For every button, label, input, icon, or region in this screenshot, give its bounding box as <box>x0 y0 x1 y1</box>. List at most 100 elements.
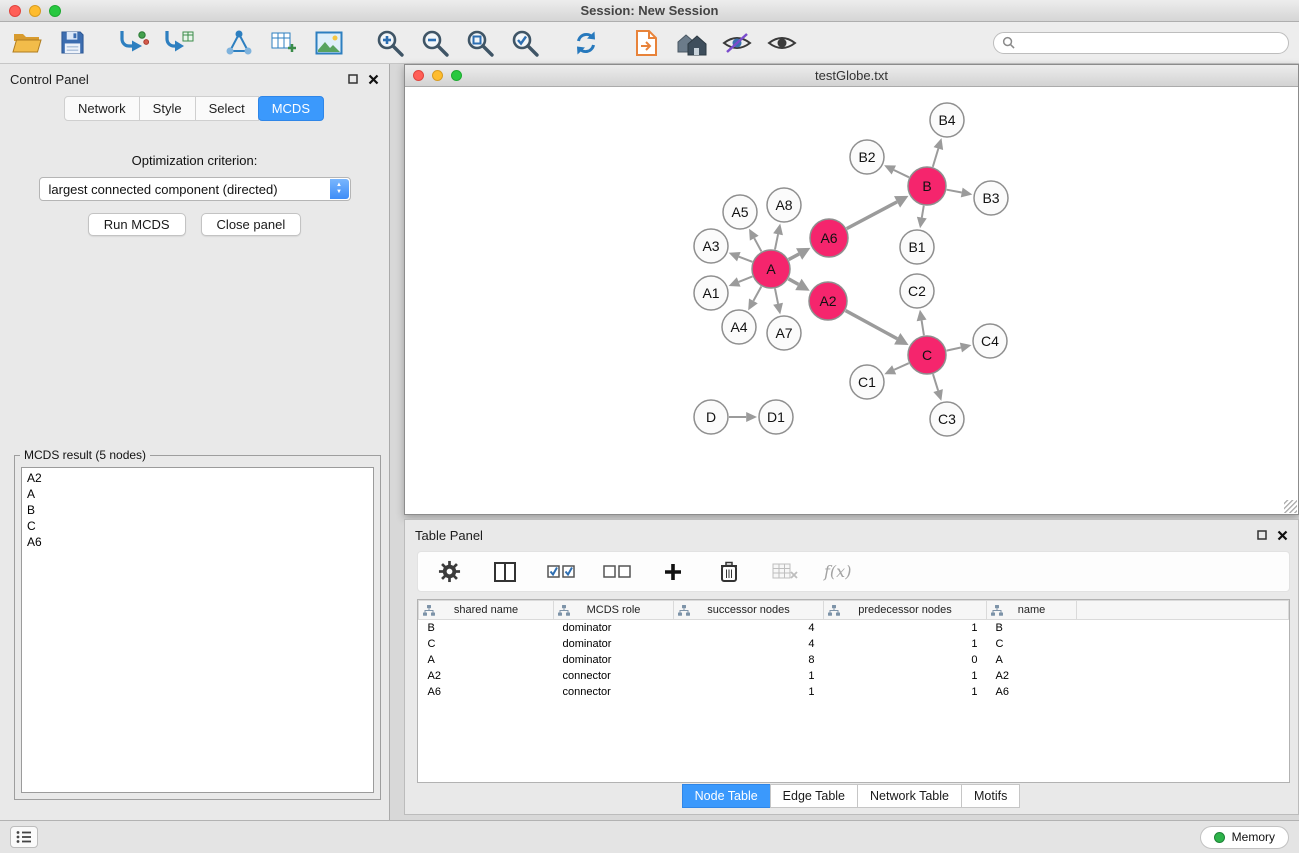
table-settings-button[interactable] <box>432 555 466 589</box>
network-graph[interactable]: B4B2BB3A5A8A6B1A3AC2A1A2A4A7C4CC1C3DD1 <box>405 87 1298 514</box>
graph-edge-A-A8[interactable] <box>775 234 778 249</box>
table-row[interactable]: Adominator80A <box>419 652 1289 668</box>
table-cell[interactable]: 1 <box>674 668 824 684</box>
resize-grip[interactable] <box>1284 500 1297 513</box>
tab-edge-table[interactable]: Edge Table <box>770 784 858 808</box>
table-cell[interactable]: A6 <box>987 684 1077 700</box>
column-header-shared-name[interactable]: shared name <box>419 601 554 620</box>
table-row[interactable]: A6connector11A6 <box>419 684 1289 700</box>
add-row-button[interactable] <box>656 555 690 589</box>
deselect-all-button[interactable] <box>600 555 634 589</box>
tab-network-table[interactable]: Network Table <box>857 784 962 808</box>
new-table-button[interactable] <box>267 26 301 60</box>
table-cell[interactable]: C <box>987 636 1077 652</box>
table-cell[interactable]: C <box>419 636 554 652</box>
network-overview-button[interactable] <box>675 26 709 60</box>
mcds-result-list[interactable]: A2ABCA6 <box>21 467 374 793</box>
column-header-mcds-role[interactable]: MCDS role <box>554 601 674 620</box>
close-window-button[interactable] <box>9 5 21 17</box>
graph-edge-B-B2[interactable] <box>894 170 909 177</box>
open-file-button[interactable] <box>10 26 44 60</box>
graph-edge-A6-B[interactable] <box>847 202 897 229</box>
delete-table-button[interactable] <box>768 555 802 589</box>
close-panel-icon[interactable] <box>368 74 379 85</box>
table-cell[interactable]: 1 <box>824 636 987 652</box>
tab-select[interactable]: Select <box>195 96 259 121</box>
table-cell[interactable]: 1 <box>824 620 987 636</box>
split-view-button[interactable] <box>488 555 522 589</box>
apply-layout-button[interactable] <box>569 26 603 60</box>
zoom-selected-button[interactable] <box>508 26 542 60</box>
table-row[interactable]: A2connector11A2 <box>419 668 1289 684</box>
memory-button[interactable]: Memory <box>1200 826 1289 849</box>
tab-style[interactable]: Style <box>139 96 196 121</box>
result-item[interactable]: B <box>27 502 373 518</box>
result-item[interactable]: A6 <box>27 534 373 550</box>
table-cell[interactable]: A2 <box>987 668 1077 684</box>
float-table-panel-icon[interactable] <box>1257 530 1267 540</box>
tab-node-table[interactable]: Node Table <box>682 784 771 808</box>
search-input[interactable] <box>1020 36 1280 50</box>
hide-graphics-details-button[interactable] <box>720 26 754 60</box>
export-image-button[interactable] <box>312 26 346 60</box>
table-cell[interactable]: B <box>419 620 554 636</box>
graph-edge-A-A5[interactable] <box>754 238 761 251</box>
new-network-button[interactable] <box>222 26 256 60</box>
zoom-out-button[interactable] <box>418 26 452 60</box>
table-cell[interactable]: 1 <box>824 684 987 700</box>
table-cell[interactable]: connector <box>554 668 674 684</box>
network-minimize-button[interactable] <box>432 70 443 81</box>
export-network-button[interactable] <box>630 26 664 60</box>
graph-edge-A-A2[interactable] <box>788 279 798 285</box>
search-box[interactable] <box>993 32 1289 54</box>
tab-mcds[interactable]: MCDS <box>258 96 324 121</box>
result-item[interactable]: C <box>27 518 373 534</box>
close-table-panel-icon[interactable] <box>1277 530 1288 541</box>
save-session-button[interactable] <box>55 26 89 60</box>
table-cell[interactable]: 8 <box>674 652 824 668</box>
table-cell[interactable]: dominator <box>554 652 674 668</box>
zoom-window-button[interactable] <box>49 5 61 17</box>
table-cell[interactable]: A2 <box>419 668 554 684</box>
run-mcds-button[interactable]: Run MCDS <box>88 213 186 236</box>
table-cell[interactable]: B <box>987 620 1077 636</box>
network-canvas[interactable]: B4B2BB3A5A8A6B1A3AC2A1A2A4A7C4CC1C3DD1 <box>405 87 1298 514</box>
zoom-in-button[interactable] <box>373 26 407 60</box>
graph-edge-A-A7[interactable] <box>775 289 778 304</box>
column-header-successor-nodes[interactable]: successor nodes <box>674 601 824 620</box>
table-cell[interactable]: dominator <box>554 620 674 636</box>
show-graphics-details-button[interactable] <box>765 26 799 60</box>
table-row[interactable]: Bdominator41B <box>419 620 1289 636</box>
column-header-name[interactable]: name <box>987 601 1077 620</box>
table-cell[interactable]: dominator <box>554 636 674 652</box>
select-all-button[interactable] <box>544 555 578 589</box>
graph-edge-A-A4[interactable] <box>753 287 761 301</box>
graph-edge-B-B4[interactable] <box>933 149 939 167</box>
function-builder-button[interactable]: f(x) <box>824 562 851 581</box>
table-row[interactable]: Cdominator41C <box>419 636 1289 652</box>
table-cell[interactable]: A6 <box>419 684 554 700</box>
minimize-window-button[interactable] <box>29 5 41 17</box>
zoom-fit-button[interactable] <box>463 26 497 60</box>
network-zoom-button[interactable] <box>451 70 462 81</box>
import-table-button[interactable] <box>161 26 195 60</box>
column-header-predecessor-nodes[interactable]: predecessor nodes <box>824 601 987 620</box>
graph-edge-A-A1[interactable] <box>739 276 753 282</box>
import-network-button[interactable] <box>116 26 150 60</box>
tab-motifs[interactable]: Motifs <box>961 784 1020 808</box>
graph-edge-C-C4[interactable] <box>947 347 961 350</box>
network-close-button[interactable] <box>413 70 424 81</box>
graph-edge-A-A6[interactable] <box>789 254 799 260</box>
graph-edge-B-B1[interactable] <box>922 206 924 218</box>
table-cell[interactable]: 4 <box>674 620 824 636</box>
table-cell[interactable]: A <box>419 652 554 668</box>
table-cell[interactable]: 1 <box>674 684 824 700</box>
table-cell[interactable]: 1 <box>824 668 987 684</box>
graph-edge-A-A3[interactable] <box>739 257 752 262</box>
table-cell[interactable]: connector <box>554 684 674 700</box>
close-panel-button[interactable]: Close panel <box>201 213 302 236</box>
criterion-dropdown[interactable]: largest connected component (directed) ▲… <box>39 177 351 201</box>
tab-network[interactable]: Network <box>64 96 140 121</box>
graph-edge-B-B3[interactable] <box>947 190 962 193</box>
network-window-titlebar[interactable]: testGlobe.txt <box>405 65 1298 87</box>
